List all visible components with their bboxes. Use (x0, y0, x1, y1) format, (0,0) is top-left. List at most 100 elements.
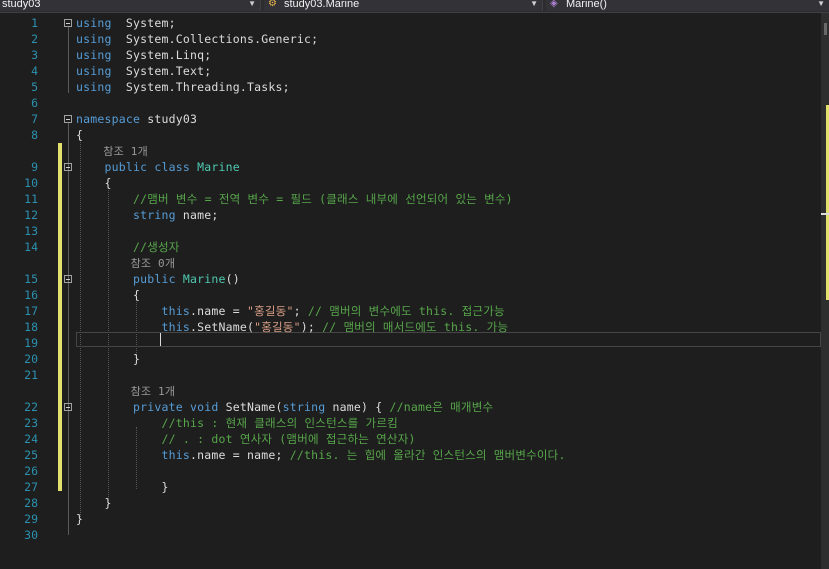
code-line[interactable]: 20 } (0, 351, 821, 367)
collapse-icon[interactable] (64, 115, 72, 123)
line-number: 22 (24, 400, 38, 414)
code-line[interactable]: 15 public Marine() (0, 271, 821, 287)
code-line[interactable]: 9 public class Marine (0, 159, 821, 175)
code-line[interactable]: 21 (0, 367, 821, 383)
line-number: 7 (31, 112, 38, 126)
codelens-reference[interactable]: 참조 1개 (76, 383, 175, 400)
code-line[interactable]: 3 using System.Linq; (0, 47, 821, 63)
line-number: 12 (24, 208, 38, 222)
code-token: Marine (197, 160, 240, 174)
collapse-icon[interactable] (64, 403, 72, 411)
code-token: // 맴버의 변수에도 this. 접근가능 (307, 304, 505, 318)
code-text: } (76, 495, 112, 511)
chevron-down-icon: ▼ (817, 0, 825, 8)
code-line[interactable]: 27 } (0, 479, 821, 495)
project-dropdown[interactable]: study03 ▼ (0, 0, 261, 11)
code-line[interactable]: 17 this.name = "홍길동"; // 맴버의 변수에도 this. … (0, 303, 821, 319)
code-line[interactable]: 13 (0, 223, 821, 239)
code-line[interactable]: 7 namespace study03 (0, 111, 821, 127)
code-token: "홍길동" (254, 320, 301, 334)
code-line[interactable]: 24 // . : dot 연사자 (맴버에 접근하는 연산자) (0, 431, 821, 447)
code-line[interactable]: 14 //생성자 (0, 239, 821, 255)
member-dropdown[interactable]: ◈ Marine() ▼ (546, 0, 829, 11)
code-token: using (76, 80, 112, 94)
code-token: //this. 는 힙에 올라간 인스턴스의 맴버변수이다. (289, 448, 566, 462)
code-line[interactable]: 26 (0, 463, 821, 479)
code-token: "홍길동" (246, 304, 294, 318)
code-line[interactable]: 30 (0, 527, 821, 543)
code-token: System; (111, 16, 176, 30)
code-token: 참조 1개 (76, 145, 148, 158)
line-number: 23 (24, 416, 38, 430)
line-number: 15 (24, 272, 38, 286)
codelens-line: 참조 0개 (0, 255, 821, 271)
code-token: .SetName( (189, 320, 255, 334)
code-line[interactable]: 18 this.SetName("홍길동"); // 맴버의 매서드에도 thi… (0, 319, 821, 335)
line-number: 16 (24, 288, 38, 302)
code-token: 참조 0개 (76, 257, 176, 270)
code-token: study03 (140, 112, 198, 126)
code-line[interactable]: 5 using System.Threading.Tasks; (0, 79, 821, 95)
code-line[interactable]: 2 using System.Collections.Generic; (0, 31, 821, 47)
line-number: 8 (31, 128, 38, 142)
codelens-reference[interactable]: 참조 0개 (76, 255, 175, 272)
code-token: public class (76, 160, 198, 174)
line-number: 25 (24, 448, 38, 462)
code-line[interactable]: 19 (0, 335, 821, 351)
line-number: 17 (24, 304, 38, 318)
code-line[interactable]: 10 { (0, 175, 821, 191)
line-number: 28 (24, 496, 38, 510)
code-token: using (76, 48, 112, 62)
method-icon: ◈ (550, 0, 558, 9)
code-token: this (76, 320, 190, 334)
code-line[interactable]: 11 //맴버 변수 = 전역 변수 = 필드 (클래스 내부에 선언되어 있는… (0, 191, 821, 207)
code-token: ; (293, 304, 308, 318)
collapse-icon[interactable] (64, 163, 72, 171)
line-number: 14 (24, 240, 38, 254)
code-text: } (76, 351, 140, 367)
code-line[interactable]: 28 } (0, 495, 821, 511)
code-token: this (76, 448, 190, 462)
line-number: 2 (31, 32, 38, 46)
line-number: 11 (24, 192, 38, 206)
line-number: 6 (31, 96, 38, 110)
code-token: using (76, 16, 112, 30)
codelens-reference[interactable]: 참조 1개 (76, 143, 148, 160)
code-line[interactable]: 25 this.name = name; //this. 는 힙에 올라간 인스… (0, 447, 821, 463)
code-line[interactable]: 23 //this : 현재 클래스의 인스턴스를 가르킴 (0, 415, 821, 431)
code-line[interactable]: 4 using System.Text; (0, 63, 821, 79)
code-line[interactable]: 6 (0, 95, 821, 111)
line-number: 1 (31, 16, 38, 30)
class-icon: ⚙ (268, 0, 277, 9)
code-line[interactable]: 16 { (0, 287, 821, 303)
code-token: System.Linq; (111, 48, 212, 62)
collapse-icon[interactable] (64, 19, 72, 27)
line-number: 10 (24, 176, 38, 190)
collapse-icon[interactable] (64, 275, 72, 283)
code-text: using System.Threading.Tasks; (76, 79, 290, 95)
class-dropdown[interactable]: ⚙ study03.Marine ▼ (264, 0, 543, 11)
code-token: //this : 현재 클래스의 인스턴스를 가르킴 (76, 416, 398, 430)
line-number: 27 (24, 480, 38, 494)
code-line[interactable]: 8{ (0, 127, 821, 143)
vertical-scrollbar[interactable] (821, 13, 829, 569)
code-text: public class Marine (76, 159, 240, 175)
code-line[interactable]: 22 private void SetName(string name) { /… (0, 399, 821, 415)
code-token: using (76, 32, 112, 46)
code-text: { (76, 287, 140, 303)
scrollbar-caret-position (821, 213, 829, 215)
code-editor[interactable]: 1 using System; 2 using System.Collections.… (0, 13, 821, 569)
line-number: 24 (24, 432, 38, 446)
code-token: .name = (189, 304, 247, 318)
code-token: public (76, 272, 183, 286)
code-line[interactable]: 1 using System; (0, 15, 821, 31)
code-token: ); (300, 320, 323, 334)
code-token: //맴버 변수 = 전역 변수 = 필드 (클래스 내부에 선언되어 있는 변수… (76, 192, 513, 206)
code-line[interactable]: 12 string name; (0, 207, 821, 223)
code-text: // . : dot 연사자 (맴버에 접근하는 연산자) (76, 431, 416, 447)
code-line[interactable]: 29} (0, 511, 821, 527)
line-number: 29 (24, 512, 38, 526)
scrollbar-thumb[interactable] (824, 23, 827, 35)
code-token: SetName( (225, 400, 283, 414)
line-number: 21 (24, 368, 38, 382)
